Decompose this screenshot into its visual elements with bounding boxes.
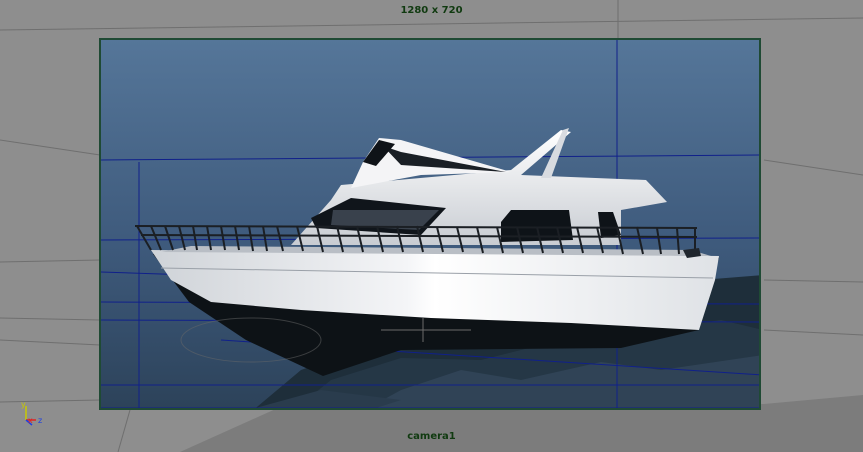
y-axis-label: y [21,400,26,409]
axis-orientation-indicator: y x z [21,400,42,426]
render-gate-frame[interactable] [99,38,761,410]
camera-name-label: camera1 [407,431,456,442]
resolution-gate-label: 1280 x 720 [400,5,463,16]
x-axis-label: x [28,416,33,425]
z-axis-label: z [38,416,42,425]
camera-scene [101,40,759,408]
